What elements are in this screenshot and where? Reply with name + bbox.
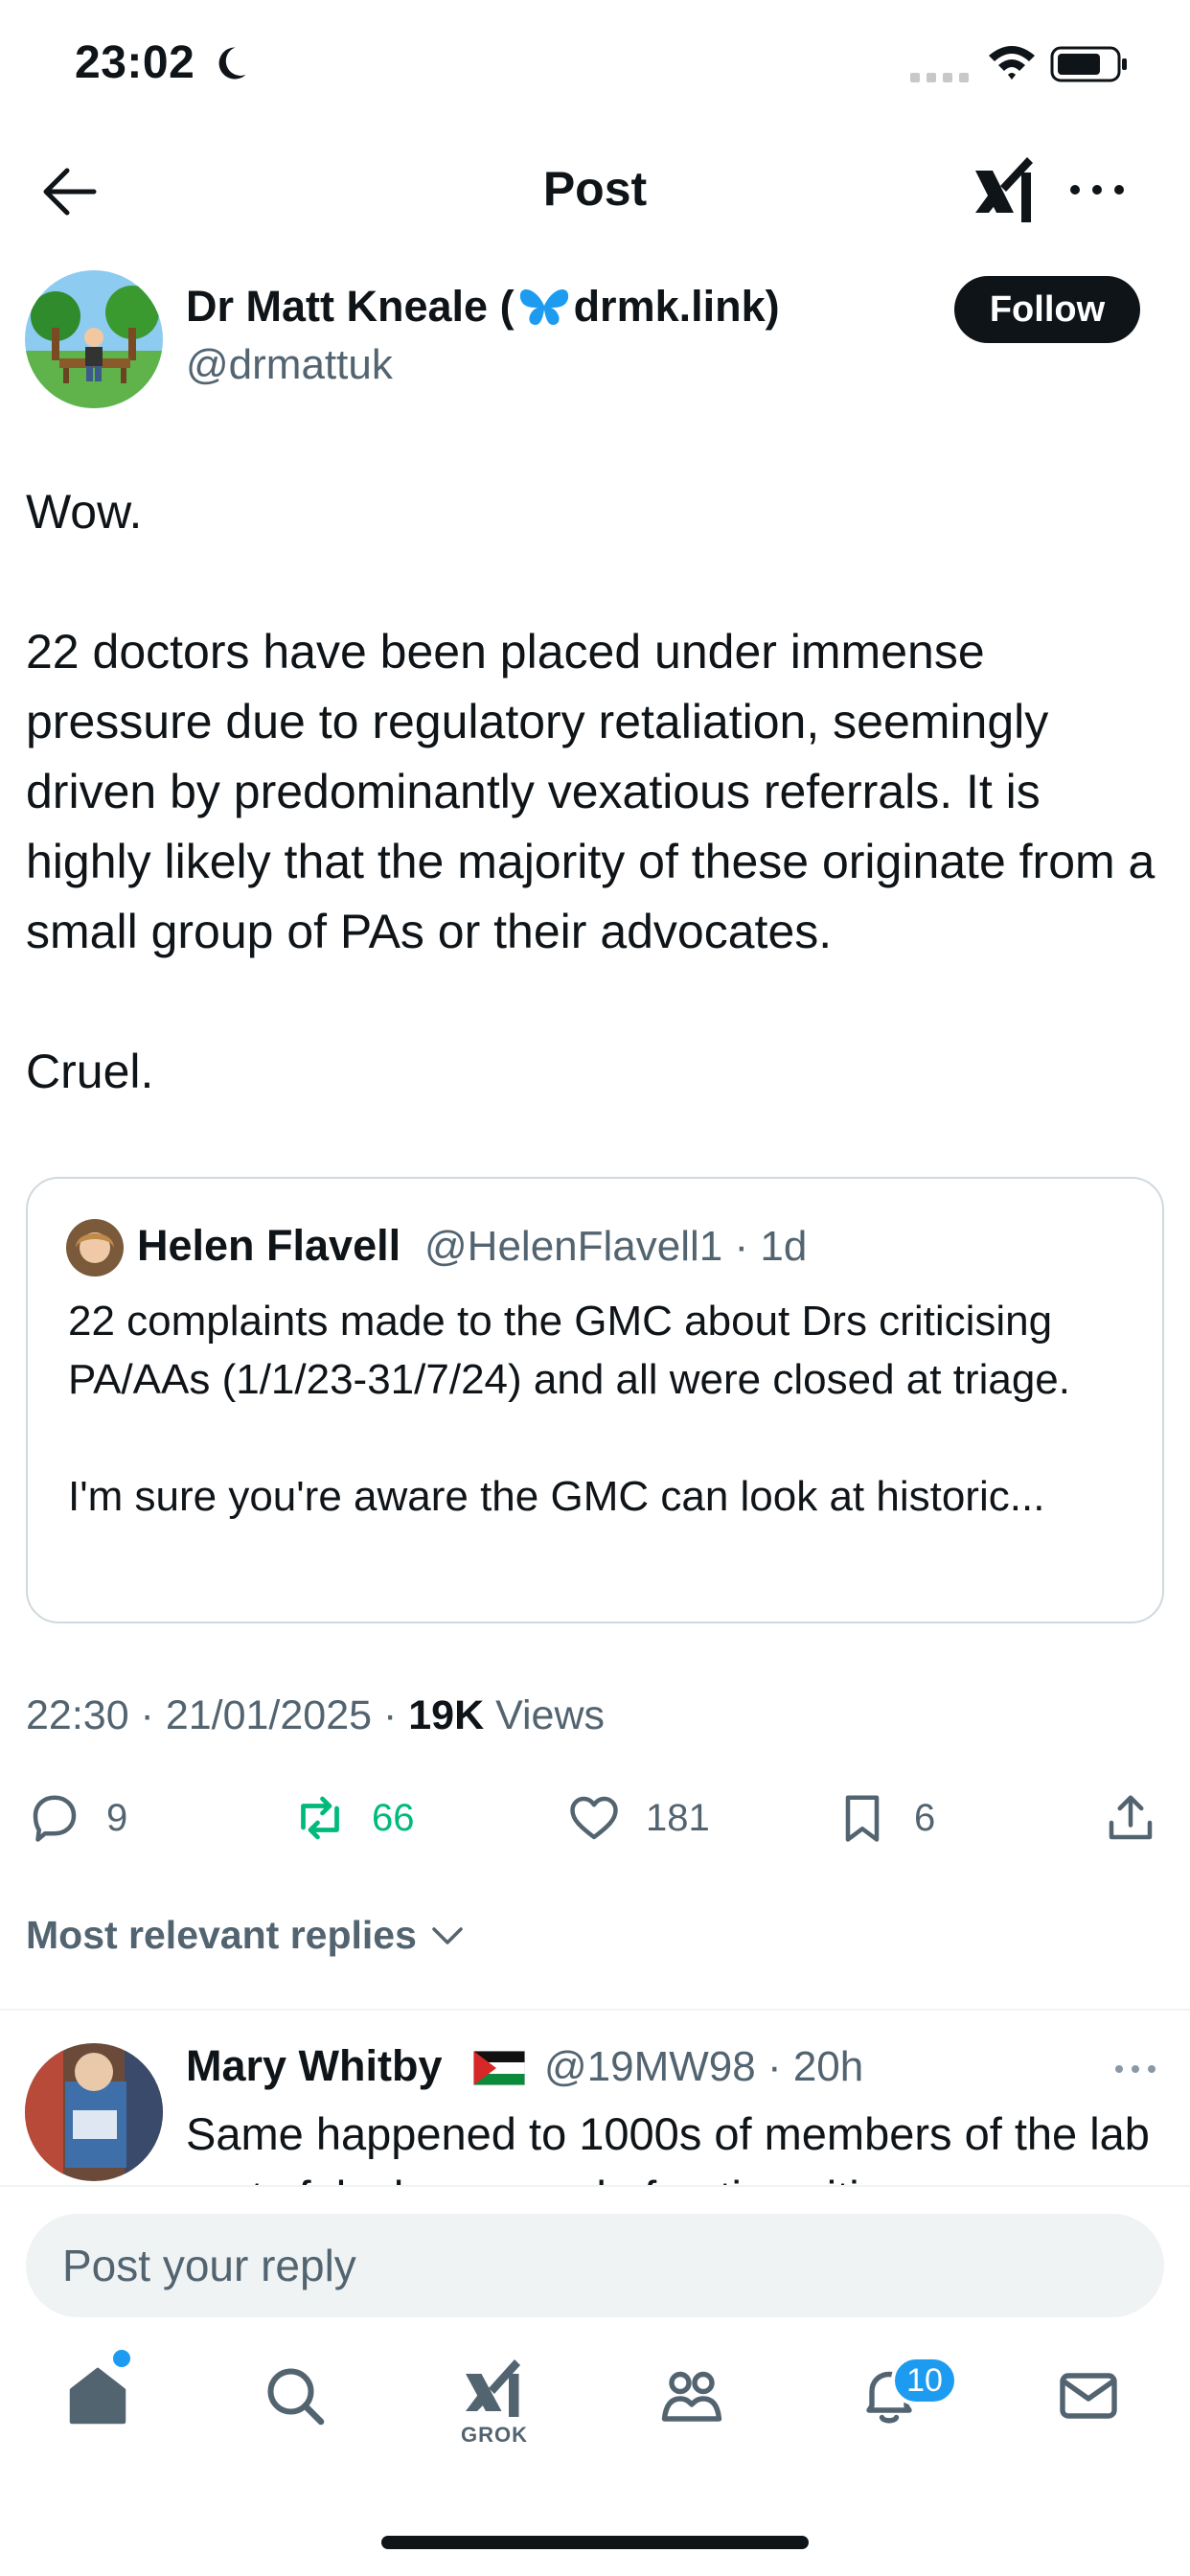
top-nav: Post bbox=[0, 144, 1190, 240]
status-bar: 23:02 bbox=[0, 0, 1190, 134]
wifi-icon bbox=[989, 46, 1035, 80]
tab-messages[interactable] bbox=[1041, 2350, 1136, 2455]
tab-home[interactable] bbox=[50, 2350, 146, 2455]
like-count: 181 bbox=[646, 1796, 710, 1839]
reply-item[interactable]: Mary Whitby @19MW98 · 20h Same happened … bbox=[0, 2028, 1190, 2185]
reply-icon bbox=[33, 1795, 77, 1842]
home-indicator[interactable] bbox=[381, 2536, 809, 2549]
bookmark-icon bbox=[845, 1795, 880, 1842]
reply-author-meta: @19MW98 · 20h bbox=[544, 2043, 864, 2090]
share-button[interactable] bbox=[1102, 1784, 1182, 1852]
quoted-avatar bbox=[66, 1219, 124, 1276]
butterfly-icon bbox=[519, 288, 568, 325]
grok-icon[interactable] bbox=[972, 153, 1039, 226]
divider bbox=[0, 2009, 1190, 2011]
tab-search[interactable] bbox=[247, 2350, 343, 2455]
bookmark-count: 6 bbox=[914, 1796, 936, 1839]
reply-avatar[interactable] bbox=[25, 2043, 163, 2181]
palestine-flag-icon bbox=[473, 2051, 525, 2085]
post-text: Wow. 22 doctors have been placed under i… bbox=[26, 485, 1156, 1098]
views-label: Views bbox=[484, 1692, 606, 1738]
post-actions: 9 66 181 6 bbox=[0, 1784, 1190, 1852]
grok-label: GROK bbox=[461, 2423, 528, 2447]
cellular-signal-icon bbox=[910, 73, 969, 82]
views-count: 19K bbox=[408, 1692, 485, 1738]
search-icon bbox=[267, 2368, 325, 2426]
mail-icon bbox=[1060, 2373, 1117, 2419]
battery-icon bbox=[1050, 46, 1127, 82]
reply-input[interactable]: Post your reply bbox=[26, 2214, 1164, 2317]
quoted-author-name: Helen Flavell bbox=[137, 1221, 401, 1270]
reply-sort-selector[interactable]: Most relevant replies bbox=[26, 1913, 467, 1958]
post-timestamp: 22:30 · 21/01/2025 · 19K Views bbox=[26, 1692, 605, 1739]
quoted-post[interactable]: Helen Flavell @HelenFlavell1 · 1d 22 com… bbox=[26, 1177, 1164, 1623]
follow-button[interactable]: Follow bbox=[954, 276, 1140, 343]
author-name-prefix: Dr Matt Kneale ( bbox=[186, 282, 515, 331]
tab-bar: GROK bbox=[0, 2350, 1190, 2474]
bookmark-button[interactable]: 6 bbox=[834, 1784, 935, 1852]
reply-text: Same happened to 1000s of members of the… bbox=[186, 2108, 1150, 2185]
communities-icon bbox=[661, 2371, 722, 2422]
grok-icon bbox=[466, 2359, 520, 2417]
more-options-icon[interactable] bbox=[1067, 172, 1127, 207]
share-icon bbox=[1109, 1795, 1153, 1840]
chevron-down-icon bbox=[432, 1926, 463, 1944]
heart-icon bbox=[570, 1796, 618, 1840]
author-name[interactable]: Dr Matt Kneale ( drmk.link) bbox=[186, 282, 780, 332]
more-options-icon[interactable] bbox=[1111, 2055, 1159, 2083]
timestamp-text: 22:30 · 21/01/2025 · bbox=[26, 1692, 409, 1738]
reply-sort-label: Most relevant replies bbox=[26, 1913, 417, 1957]
home-icon bbox=[69, 2367, 126, 2425]
tab-communities[interactable] bbox=[644, 2350, 740, 2455]
home-unread-dot bbox=[113, 2350, 130, 2367]
repost-button[interactable]: 66 bbox=[291, 1784, 415, 1852]
author-name-suffix: drmk.link) bbox=[573, 282, 780, 331]
reply-author-name[interactable]: Mary Whitby bbox=[186, 2041, 443, 2091]
reply-button[interactable]: 9 bbox=[26, 1784, 127, 1852]
author-handle[interactable]: @drmattuk bbox=[186, 341, 393, 389]
moon-icon bbox=[218, 47, 246, 80]
notification-badge: 10 bbox=[891, 2356, 958, 2405]
avatar[interactable] bbox=[25, 270, 163, 408]
post-author: Dr Matt Kneale ( drmk.link) @drmattuk Fo… bbox=[0, 268, 1190, 412]
reply-count: 9 bbox=[106, 1796, 128, 1839]
tab-grok[interactable]: GROK bbox=[446, 2350, 542, 2455]
quoted-author-meta: @HelenFlavell1 · 1d bbox=[424, 1223, 808, 1270]
quoted-post-text: 22 complaints made to the GMC about Drs … bbox=[68, 1298, 1070, 1520]
repost-count: 66 bbox=[372, 1796, 415, 1839]
status-time: 23:02 bbox=[75, 37, 195, 88]
like-button[interactable]: 181 bbox=[565, 1784, 710, 1852]
bottom-panel: Post your reply GROK bbox=[0, 2185, 1190, 2576]
repost-icon bbox=[301, 1796, 339, 1840]
